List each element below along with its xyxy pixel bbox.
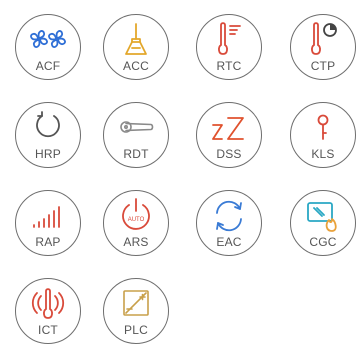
auto-text: AUTO: [128, 217, 145, 223]
tile-label: HRP: [35, 147, 61, 161]
tile-plc[interactable]: PLC: [103, 278, 169, 344]
tile-acc[interactable]: ACC: [103, 14, 169, 80]
tile-rdt[interactable]: RDT: [103, 102, 169, 168]
tile-label: CTP: [310, 59, 336, 73]
broom-icon: [125, 23, 147, 55]
tile-label: RTC: [216, 59, 242, 73]
thermometer-alarm-icon: [31, 288, 65, 319]
plug-load-icon: [123, 290, 149, 316]
tile-acf[interactable]: ACF: [15, 14, 81, 80]
signal-bars-icon: [33, 206, 60, 228]
tile-label: KLS: [311, 147, 335, 161]
fan-icon: [30, 30, 66, 48]
card-flame-icon: [307, 202, 337, 232]
cycle-arrows-icon: [216, 200, 242, 232]
tile-label: EAC: [216, 235, 242, 249]
tile-label: ACC: [123, 59, 149, 73]
tile-dss[interactable]: DSS: [196, 102, 262, 168]
tile-kls[interactable]: KLS: [290, 102, 356, 168]
thermometer-icon: [218, 22, 241, 55]
tile-rap[interactable]: RAP: [15, 190, 81, 256]
tile-rtc[interactable]: RTC: [196, 14, 262, 80]
key-icon: [317, 114, 329, 140]
tile-label: PLC: [124, 323, 148, 337]
sleep-icon: [212, 117, 244, 140]
tile-hrp[interactable]: HRP: [15, 102, 81, 168]
tile-label: ACF: [35, 59, 61, 73]
tile-label: ARS: [123, 235, 149, 249]
tile-label: RDT: [123, 147, 149, 161]
auto-power-icon: AUTO: [122, 198, 150, 230]
refresh-icon: [36, 111, 60, 138]
door-handle-icon: [120, 121, 154, 133]
tile-label: RAP: [35, 235, 61, 249]
tile-label: ICT: [38, 323, 58, 337]
thermometer-clock-icon: [311, 22, 337, 55]
tile-cgc[interactable]: CGC: [290, 190, 356, 256]
tile-eac[interactable]: EAC: [196, 190, 262, 256]
tile-ars[interactable]: AUTO ARS: [103, 190, 169, 256]
tile-ctp[interactable]: CTP: [290, 14, 356, 80]
tile-label: DSS: [216, 147, 242, 161]
tile-ict[interactable]: ICT: [15, 278, 81, 344]
tile-label: CGC: [309, 235, 337, 249]
